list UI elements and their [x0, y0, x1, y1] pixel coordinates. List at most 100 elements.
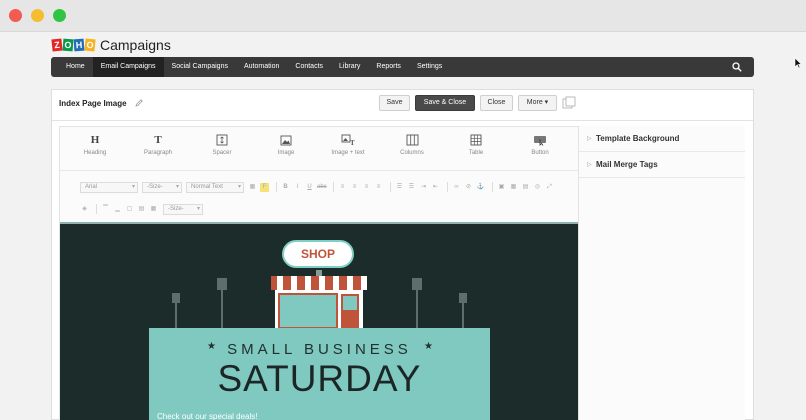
- merge-tag-icon[interactable]: ▤: [521, 183, 530, 192]
- block-label: Image: [277, 150, 295, 156]
- logo-letter: O: [84, 38, 96, 52]
- block-label: Image + text: [331, 150, 365, 156]
- mouse-cursor-icon: [794, 57, 802, 69]
- pencil-icon[interactable]: [134, 98, 144, 108]
- highlight-color-icon[interactable]: F: [260, 182, 269, 192]
- logo-letter: H: [73, 38, 85, 52]
- align-center-icon[interactable]: ≡: [350, 183, 359, 192]
- block-label: Columns: [400, 150, 424, 156]
- block-image[interactable]: Image: [256, 133, 316, 156]
- logo-word: Campaigns: [100, 37, 171, 53]
- block-label: Spacer: [212, 150, 232, 156]
- shop-sign: SHOP: [282, 240, 354, 268]
- nav-item-settings[interactable]: Settings: [409, 57, 450, 77]
- nav-item-email-campaigns[interactable]: Email Campaigns: [92, 57, 164, 77]
- link-icon[interactable]: ∞: [452, 183, 461, 192]
- source-code-icon[interactable]: ◎: [533, 183, 542, 192]
- app-content: Z O H O Campaigns Home Email Campaigns S…: [0, 32, 806, 420]
- spacer-icon: [192, 133, 252, 147]
- indent-icon[interactable]: ⇥: [419, 183, 428, 192]
- window-close-button[interactable]: [9, 9, 22, 22]
- sidebar-item-mail-merge-tags[interactable]: ▷ Mail Merge Tags: [579, 152, 745, 178]
- toolbar-row: ◈ ▔ ▁ ▢ ▤ ▦ -Size-: [80, 202, 207, 216]
- toolbar-separator: [96, 204, 97, 214]
- page-title: Index Page Image: [59, 99, 127, 108]
- nav-item-contacts[interactable]: Contacts: [287, 57, 331, 77]
- toolbar-row: Arial -Size- Normal Text ▦ F B I U abc ≡…: [80, 180, 557, 194]
- text-color-icon[interactable]: ▦: [248, 183, 257, 192]
- block-columns[interactable]: Columns: [382, 133, 442, 156]
- numbered-list-icon[interactable]: ☰: [407, 183, 416, 192]
- bold-button[interactable]: B: [281, 183, 290, 192]
- block-button[interactable]: Button: [510, 133, 570, 156]
- toolbar-separator: [447, 182, 448, 192]
- border-bottom-icon[interactable]: ▁: [113, 205, 122, 214]
- border-all-icon[interactable]: ▢: [125, 205, 134, 214]
- logo-letter: Z: [51, 38, 63, 52]
- block-paragraph[interactable]: T Paragraph: [128, 133, 188, 156]
- border-size-select[interactable]: -Size-: [163, 203, 203, 215]
- underline-button[interactable]: U: [305, 183, 314, 192]
- block-label: Button: [531, 150, 549, 156]
- insert-image-icon[interactable]: ▣: [497, 183, 506, 192]
- block-image-text[interactable]: T Image + text: [318, 133, 378, 156]
- nav-item-automation[interactable]: Automation: [236, 57, 287, 77]
- more-dropdown-button[interactable]: More ▾: [518, 95, 557, 111]
- align-right-icon[interactable]: ≡: [362, 183, 371, 192]
- border-none-icon[interactable]: ▦: [149, 205, 158, 214]
- window-zoom-button[interactable]: [53, 9, 66, 22]
- save-and-close-button[interactable]: Save & Close: [415, 95, 475, 111]
- zoho-campaigns-logo[interactable]: Z O H O Campaigns: [51, 36, 171, 54]
- window-titlebar: [0, 0, 806, 32]
- heading-icon: H: [90, 134, 100, 146]
- toolbar-separator: [333, 182, 334, 192]
- bullet-list-icon[interactable]: ☰: [395, 183, 404, 192]
- nav-item-reports[interactable]: Reports: [368, 57, 409, 77]
- promo-subtitle: SMALL BUSINESS: [227, 341, 412, 358]
- content-blocks-bar: H Heading T Paragraph Spacer Image T Ima…: [60, 127, 578, 171]
- window-minimize-button[interactable]: [31, 9, 44, 22]
- toolbar-separator: [276, 182, 277, 192]
- save-button[interactable]: Save: [379, 95, 410, 111]
- align-justify-icon[interactable]: ≡: [374, 183, 383, 192]
- columns-icon: [382, 133, 442, 147]
- font-family-select[interactable]: Arial: [80, 181, 138, 193]
- sidebar-item-label: Mail Merge Tags: [596, 160, 658, 169]
- main-nav: Home Email Campaigns Social Campaigns Au…: [51, 57, 754, 77]
- block-label: Table: [468, 150, 484, 156]
- email-editor: H Heading T Paragraph Spacer Image T Ima…: [59, 126, 579, 420]
- border-top-icon[interactable]: ▔: [101, 205, 110, 214]
- image-icon: [256, 133, 316, 147]
- nav-item-social-campaigns[interactable]: Social Campaigns: [164, 57, 236, 77]
- paragraph-style-select[interactable]: Normal Text: [186, 181, 244, 193]
- logo-letter: O: [62, 38, 74, 52]
- italic-button[interactable]: I: [293, 183, 302, 192]
- font-size-select[interactable]: -Size-: [142, 181, 182, 193]
- anchor-icon[interactable]: ⚓: [476, 183, 485, 192]
- promo-title: SATURDAY: [217, 358, 422, 399]
- paint-bucket-icon[interactable]: ◈: [80, 205, 89, 214]
- unlink-icon[interactable]: ⊘: [464, 183, 473, 192]
- block-heading[interactable]: H Heading: [65, 133, 125, 156]
- sidebar-item-template-background[interactable]: ▷ Template Background: [579, 126, 745, 152]
- block-table[interactable]: Table: [446, 133, 506, 156]
- email-canvas[interactable]: SHOP ★ ★ SMALL BUSINESS SATURDAY Check o…: [60, 222, 578, 420]
- format-toolbar: Arial -Size- Normal Text ▦ F B I U abc ≡…: [80, 179, 552, 219]
- table-icon: [446, 133, 506, 147]
- nav-item-library[interactable]: Library: [331, 57, 368, 77]
- outdent-icon[interactable]: ⇤: [431, 183, 440, 192]
- toolbar-separator: [492, 182, 493, 192]
- insert-table-icon[interactable]: ▦: [509, 183, 518, 192]
- border-inner-icon[interactable]: ▤: [137, 205, 146, 214]
- align-left-icon[interactable]: ≡: [338, 183, 347, 192]
- fullscreen-icon[interactable]: ⤢: [545, 183, 554, 192]
- search-icon[interactable]: [732, 62, 742, 72]
- toolbar-separator: [390, 182, 391, 192]
- strikethrough-button[interactable]: abc: [317, 183, 327, 192]
- copy-icon[interactable]: [562, 96, 576, 110]
- block-spacer[interactable]: Spacer: [192, 133, 252, 156]
- nav-item-home[interactable]: Home: [58, 57, 93, 77]
- panel-header: Index Page Image Save Save & Close Close…: [52, 90, 753, 121]
- image-text-icon: T: [318, 133, 378, 147]
- close-button[interactable]: Close: [480, 95, 513, 111]
